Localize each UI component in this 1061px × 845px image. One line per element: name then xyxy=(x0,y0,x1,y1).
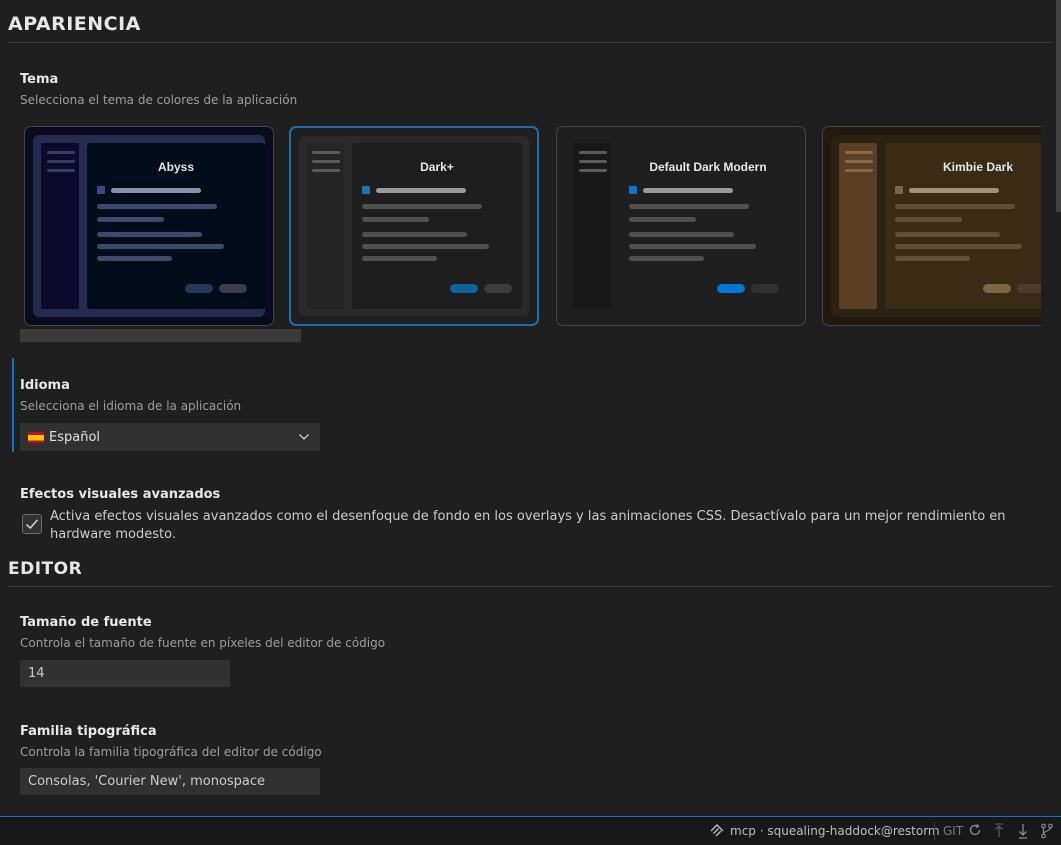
status-divider xyxy=(934,822,935,840)
focus-indicator xyxy=(12,358,14,452)
theme-card-name: Default Dark Modern xyxy=(649,160,767,174)
theme-card-kimbie-dark[interactable]: Kimbie Dark xyxy=(822,126,1041,326)
git-label: GIT xyxy=(943,824,964,838)
font-size-input[interactable] xyxy=(20,660,230,687)
section-title-editor: EDITOR xyxy=(8,559,83,579)
settings-content: APARIENCIA Tema Selecciona el tema de co… xyxy=(0,0,1061,816)
connection-status[interactable]: mcp · squealing-haddock@restorm xyxy=(730,824,940,838)
push-icon[interactable] xyxy=(992,823,1006,839)
font-size-title: Tamaño de fuente xyxy=(20,615,152,630)
effects-title: Efectos visuales avanzados xyxy=(20,487,221,502)
theme-preview-editor: Abyss xyxy=(87,143,265,309)
pull-icon[interactable] xyxy=(1016,823,1030,839)
theme-preview-editor: Dark+ xyxy=(352,143,522,309)
checkmark-icon xyxy=(25,519,39,530)
chevron-down-icon xyxy=(299,434,309,440)
effects-description: Activa efectos visuales avanzados como e… xyxy=(50,509,1006,542)
font-size-description: Controla el tamaño de fuente en píxeles … xyxy=(20,636,386,650)
section-divider xyxy=(8,586,1053,587)
theme-preview-sidebar xyxy=(41,143,79,309)
theme-row-scrollbar[interactable] xyxy=(20,329,301,342)
theme-card-default-dark-modern[interactable]: Default Dark Modern xyxy=(556,126,806,326)
theme-preview-sidebar xyxy=(839,143,877,309)
language-select-value: Español xyxy=(49,429,101,445)
section-divider xyxy=(8,42,1053,43)
font-family-description: Controla la familia tipográfica del edit… xyxy=(20,745,322,759)
theme-card-abyss[interactable]: Abyss xyxy=(24,126,274,326)
theme-picker: Abyss Dark+ Default Dark Modern Kimbie D… xyxy=(24,126,1041,326)
font-family-input[interactable] xyxy=(20,768,320,795)
theme-title: Tema xyxy=(20,72,59,87)
theme-preview-sidebar xyxy=(573,143,611,309)
theme-preview-editor: Default Dark Modern xyxy=(619,143,797,309)
theme-card-name: Dark+ xyxy=(420,160,454,174)
language-select[interactable]: Español xyxy=(20,423,320,451)
effects-checkbox[interactable] xyxy=(22,514,42,534)
status-bar: mcp · squealing-haddock@restorm GIT xyxy=(0,816,1061,845)
branch-icon[interactable] xyxy=(1040,823,1054,839)
spain-flag-icon xyxy=(28,431,44,443)
theme-preview-editor: Kimbie Dark xyxy=(885,143,1041,309)
theme-card-dark-plus[interactable]: Dark+ xyxy=(289,126,539,326)
language-description: Selecciona el idioma de la aplicación xyxy=(20,399,242,413)
theme-preview-sidebar xyxy=(306,143,344,309)
vertical-scrollbar[interactable] xyxy=(1056,0,1061,212)
theme-description: Selecciona el tema de colores de la apli… xyxy=(20,93,298,107)
section-title-appearance: APARIENCIA xyxy=(8,13,141,35)
font-family-title: Familia tipográfica xyxy=(20,724,157,739)
refresh-icon[interactable] xyxy=(968,823,982,837)
mcp-icon[interactable] xyxy=(710,823,725,838)
theme-card-name: Kimbie Dark xyxy=(942,160,1014,174)
language-title: Idioma xyxy=(20,378,70,393)
theme-card-name: Abyss xyxy=(157,160,195,174)
